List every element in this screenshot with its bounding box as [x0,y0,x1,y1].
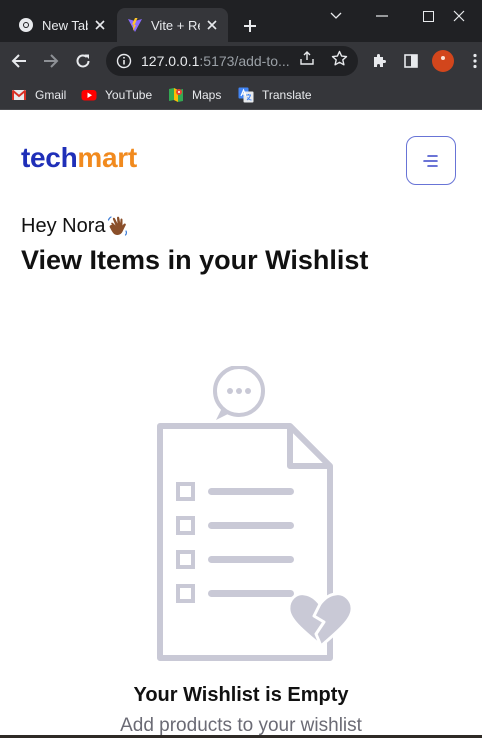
reload-button[interactable] [71,49,95,73]
maximize-icon [422,10,434,22]
greeting: Hey Nora [21,214,130,238]
info-icon[interactable] [116,53,132,69]
chevron-down-icon [330,12,342,19]
browser-toolbar: 127.0.0.1:5173/add-to... [0,42,482,80]
star-icon[interactable] [330,49,348,67]
chrome-icon [19,18,33,32]
empty-state-title: Your Wishlist is Empty [133,684,349,706]
tab-title: Vite + React [151,17,200,33]
menu-button[interactable] [406,136,456,185]
new-tab-button[interactable] [238,14,262,38]
minimize-button[interactable] [359,0,405,32]
tab-new-tab[interactable]: New Tab [8,8,116,42]
forward-button[interactable] [39,49,63,73]
bookmark-label: Translate [262,88,312,102]
logo-part-mart: mart [77,142,137,173]
close-icon[interactable] [92,17,108,33]
url-host: 127.0.0.1 [141,53,200,69]
url-text: 127.0.0.1:5173/add-to... [141,53,291,69]
page-title: View Items in your Wishlist [21,245,369,275]
extensions-icon[interactable] [369,51,389,71]
bookmark-maps[interactable]: Maps [168,85,221,105]
reload-icon [76,54,90,68]
arrow-right-icon [44,54,59,68]
empty-state-subtitle: Add products to your wishlist [120,715,362,736]
back-button[interactable] [7,49,31,73]
arrow-left-icon [11,54,26,68]
site-logo[interactable]: techmart [21,142,137,174]
maps-icon [169,88,183,102]
more-menu-icon[interactable] [465,51,482,71]
waving-hand-icon [108,216,128,236]
bookmark-label: Maps [192,88,222,102]
translate-icon [238,87,254,103]
bookmark-label: Gmail [35,88,67,102]
bookmark-gmail[interactable]: Gmail [11,85,66,105]
plus-icon [244,20,256,32]
side-panel-icon[interactable] [401,51,421,71]
close-icon[interactable] [204,17,220,33]
youtube-icon [81,90,97,101]
vite-icon [128,18,142,32]
browser-tab-bar: New Tab Vite + React [0,0,482,42]
url-path: :5173/add-to... [199,53,290,69]
logo-part-tech: tech [21,142,78,173]
page-content: techmart Hey Nora View Items in your Wis… [0,111,482,738]
gmail-icon [11,89,27,100]
tab-search-button[interactable] [313,0,359,32]
tab-title: New Tab [42,17,88,33]
bookmark-label: YouTube [105,88,153,102]
bookmark-youtube[interactable]: YouTube [81,85,152,105]
bookmark-translate[interactable]: Translate [238,85,312,105]
profile-avatar[interactable] [432,50,454,72]
empty-wishlist-illustration [157,366,354,661]
tab-vite-react[interactable]: Vite + React [117,8,228,42]
bookmarks-bar: Gmail YouTube Maps Translate [0,80,482,110]
close-icon [453,10,465,22]
menu-icon [423,154,438,167]
greeting-text: Hey Nora [21,214,106,237]
chat-bubble-icon [213,366,265,420]
address-bar[interactable]: 127.0.0.1:5173/add-to... [106,46,358,76]
minimize-icon [376,15,388,17]
share-icon[interactable] [298,49,316,67]
close-window-button[interactable] [436,0,482,32]
